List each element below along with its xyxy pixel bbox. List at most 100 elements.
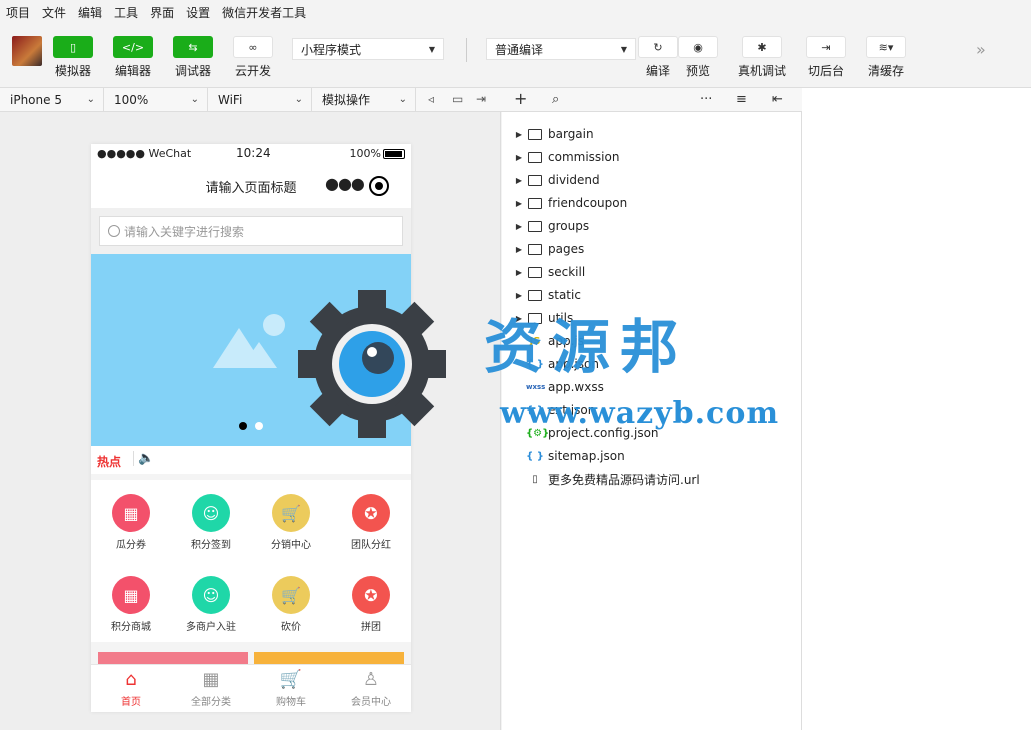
zoom-select[interactable]: 100% ⌄	[104, 88, 208, 111]
menu-item[interactable]: 界面	[150, 4, 174, 21]
network-select[interactable]: WiFi ⌄	[208, 88, 312, 111]
simulator-button[interactable]: ▯ 模拟器	[42, 36, 104, 79]
caret-right-icon: ▶	[515, 129, 523, 139]
close-icon[interactable]	[369, 176, 389, 196]
folder-icon	[528, 174, 542, 186]
page-title: 请输入页面标题	[205, 181, 297, 196]
more-icon[interactable]: »	[976, 40, 986, 59]
more-icon[interactable]: ●●●	[325, 174, 365, 193]
tab-item[interactable]: ▦ 全部分类	[171, 669, 251, 708]
feature-item[interactable]: 🛒 砍价	[251, 576, 331, 633]
menu-item[interactable]: 文件	[42, 4, 66, 21]
compile-select-value: 普通编译	[495, 42, 544, 57]
tree-item-label: seckill	[548, 265, 586, 279]
debugger-button[interactable]: ⇆ 调试器	[162, 36, 224, 79]
more-icon[interactable]: ···	[700, 92, 712, 107]
volume-icon[interactable]: ◃	[428, 92, 434, 106]
menu-item[interactable]: 工具	[114, 4, 138, 21]
tab-label: 全部分类	[191, 697, 231, 708]
operation-select[interactable]: 模拟操作 ⌄	[312, 88, 416, 111]
feature-item[interactable]: ☺ 多商户入驻	[171, 576, 251, 633]
cart-icon: 🛒	[279, 669, 303, 690]
mode-select[interactable]: 小程序模式 ▼	[292, 38, 444, 60]
folder-icon	[528, 243, 542, 255]
network-select-value: WiFi	[218, 92, 243, 107]
tree-folder[interactable]: ▶ dividend	[502, 169, 802, 191]
tree-item-label: groups	[548, 219, 590, 233]
tab-label: 首页	[121, 697, 141, 708]
tree-item-label: sitemap.json	[548, 449, 625, 463]
avatar[interactable]	[12, 36, 42, 66]
feature-item[interactable]: ▦ 瓜分券	[91, 494, 171, 551]
feature-item[interactable]: ✪ 团队分红	[331, 494, 411, 551]
file-doc-icon: ▯	[532, 473, 538, 485]
tree-folder[interactable]: ▶ seckill	[502, 261, 802, 283]
split-icon[interactable]: ⇤	[772, 92, 783, 107]
menubar: 项目 文件 编辑 工具 界面 设置 微信开发者工具	[0, 0, 1031, 24]
editor-button[interactable]: </> 编辑器	[102, 36, 164, 79]
watermark-title: 资源邦	[484, 313, 689, 381]
mode-select-value: 小程序模式	[301, 42, 362, 57]
search-icon[interactable]: ⌕	[552, 92, 559, 107]
file-json-icon: { }	[526, 450, 544, 462]
tree-folder[interactable]: ▶ pages	[502, 238, 802, 260]
add-icon[interactable]: +	[514, 89, 527, 108]
background-button[interactable]: ⇥ 切后台	[795, 36, 857, 79]
hot-news-bar[interactable]: 热点 🔈	[91, 446, 411, 474]
compile-select[interactable]: 普通编译 ▼	[486, 38, 636, 60]
pager-dot[interactable]	[255, 422, 263, 430]
cart-icon: 🛒	[272, 576, 310, 614]
carousel-pager[interactable]	[239, 422, 263, 430]
caret-down-icon: ▼	[428, 44, 435, 54]
user-icon: ☺	[192, 494, 230, 532]
cloud-button[interactable]: ∞ 云开发	[222, 36, 284, 79]
editor-label: 编辑器	[114, 64, 151, 78]
editor-pane	[802, 88, 1031, 730]
window-icon[interactable]: ▭	[452, 92, 463, 106]
feature-label: 瓜分券	[116, 540, 146, 551]
collapse-icon[interactable]: ≡	[736, 92, 747, 107]
image-placeholder-icon	[263, 314, 285, 336]
tab-item[interactable]: ⌂ 首页	[91, 669, 171, 708]
tab-item[interactable]: ♙ 会员中心	[331, 669, 411, 708]
exit-icon[interactable]: ⇥	[476, 92, 486, 106]
folder-icon	[528, 266, 542, 278]
speaker-icon: 🔈	[133, 451, 154, 466]
operation-select-value: 模拟操作	[322, 93, 371, 107]
chevron-down-icon: ⌄	[190, 94, 199, 105]
search-input[interactable]: 请输入关键字进行搜索	[99, 216, 403, 246]
menu-item[interactable]: 项目	[6, 4, 30, 21]
menu-item[interactable]: 微信开发者工具	[222, 4, 306, 21]
tree-folder[interactable]: ▶ commission	[502, 146, 802, 168]
file-tree-header: + ⌕ ··· ≡ ⇤	[502, 88, 802, 112]
status-bar: ●●●●● WeChat 10:24 100%	[91, 144, 411, 164]
device-select[interactable]: iPhone 5 ⌄	[0, 88, 104, 111]
watermark-url: www.wazyb.com	[500, 396, 780, 431]
award-icon: ✪	[352, 576, 390, 614]
pager-dot[interactable]	[239, 422, 247, 430]
feature-item[interactable]: ☺ 积分签到	[171, 494, 251, 551]
real-debug-button[interactable]: ✱ 真机调试	[731, 36, 793, 79]
tree-folder[interactable]: ▶ groups	[502, 215, 802, 237]
nav-bar: 请输入页面标题 ●●●	[91, 164, 411, 208]
feature-item[interactable]: ✪ 拼团	[331, 576, 411, 633]
chevron-down-icon: ⌄	[86, 94, 95, 105]
category-icon: ▦	[202, 669, 220, 690]
menu-item[interactable]: 设置	[186, 4, 210, 21]
zoom-select-value: 100%	[114, 92, 149, 107]
time-text: 10:24	[236, 146, 271, 160]
bug-icon: ✱	[742, 36, 782, 58]
tree-folder[interactable]: ▶ friendcoupon	[502, 192, 802, 214]
menu-item[interactable]: 编辑	[78, 4, 102, 21]
toolbar: ▯ 模拟器 </> 编辑器 ⇆ 调试器 ∞ 云开发 小程序模式 ▼ 普通编译 ▼…	[0, 24, 1031, 88]
tree-item-label: commission	[548, 150, 620, 164]
tree-folder[interactable]: ▶ bargain	[502, 123, 802, 145]
tab-item[interactable]: 🛒 购物车	[251, 669, 331, 708]
preview-button[interactable]: ◉ 预览	[667, 36, 729, 79]
tree-file[interactable]: { } sitemap.json	[502, 445, 802, 467]
tree-file[interactable]: ▯ 更多免费精品源码请访问.url	[502, 468, 802, 490]
feature-item[interactable]: ▦ 积分商城	[91, 576, 171, 633]
caret-right-icon: ▶	[515, 244, 523, 254]
clear-cache-button[interactable]: ≋▾ 清缓存	[855, 36, 917, 79]
feature-item[interactable]: 🛒 分销中心	[251, 494, 331, 551]
